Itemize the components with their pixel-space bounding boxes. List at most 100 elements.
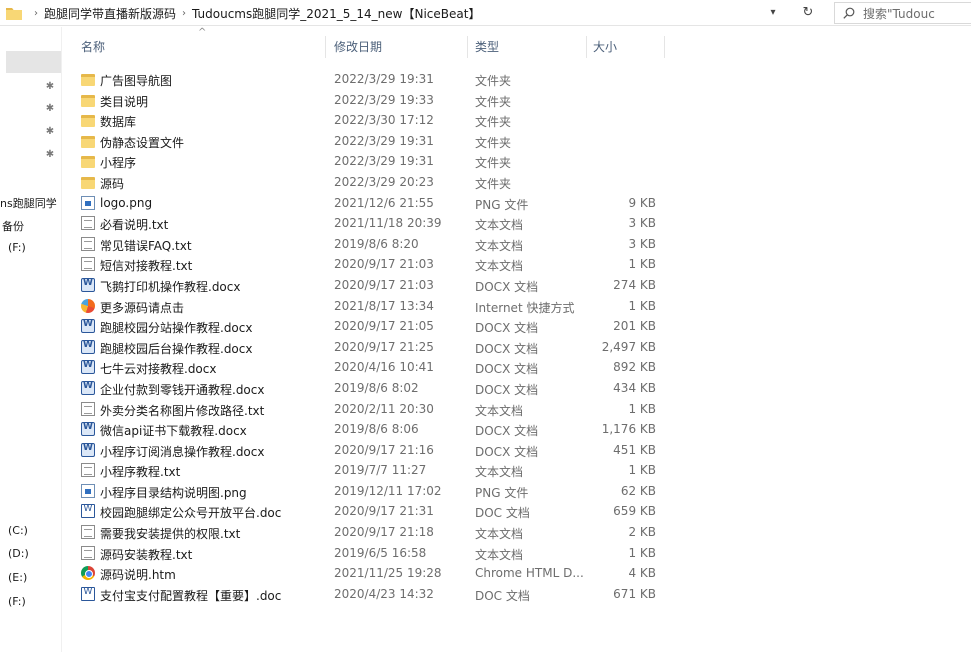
refresh-icon[interactable]: ↻ xyxy=(796,2,820,24)
file-name: 跑腿校园后台操作教程.docx xyxy=(100,341,253,356)
word-document-icon xyxy=(81,586,95,601)
file-date: 2019/7/7 11:27 xyxy=(334,463,427,478)
file-name: 七牛云对接教程.docx xyxy=(100,362,217,377)
file-name: 常见错误FAQ.txt xyxy=(100,238,192,253)
file-size: 3 KB xyxy=(628,216,656,231)
file-size: 671 KB xyxy=(613,586,656,601)
file-row[interactable]: 必看说明.txt 2021/11/18 20:39 文本文档 3 KB xyxy=(79,213,679,234)
file-size: 274 KB xyxy=(613,277,656,292)
text-file-icon xyxy=(81,236,95,251)
column-divider[interactable] xyxy=(586,36,587,58)
chrome-icon xyxy=(81,566,95,581)
file-name: 小程序订阅消息操作教程.docx xyxy=(100,444,265,459)
text-file-icon xyxy=(81,257,95,272)
file-name: 小程序目录结构说明图.png xyxy=(100,485,247,500)
file-name: 校园跑腿绑定公众号开放平台.doc xyxy=(100,506,282,521)
nav-item[interactable]: ns跑腿同学 xyxy=(0,195,57,211)
nav-item[interactable]: 备份 xyxy=(2,218,24,234)
file-row[interactable]: 源码说明.htm 2021/11/25 19:28 Chrome HTML D...… xyxy=(79,563,679,584)
file-size: 1 KB xyxy=(628,298,656,313)
file-type: Internet 快捷方式 xyxy=(475,300,575,315)
file-row[interactable]: 伪静态设置文件 2022/3/29 19:31 文件夹 xyxy=(79,131,679,152)
file-row[interactable]: 跑腿校园后台操作教程.docx 2020/9/17 21:25 DOCX 文档 2,4… xyxy=(79,337,679,358)
chevron-down-icon[interactable]: ▾ xyxy=(762,4,784,22)
text-file-icon xyxy=(81,545,95,560)
file-size: 434 KB xyxy=(613,380,656,395)
pin-icon[interactable]: ✱ xyxy=(44,103,56,115)
file-name: 源码说明.htm xyxy=(100,568,176,583)
file-list: 广告图导航图 2022/3/29 19:31 文件夹 类目说明 2022/3/29 19… xyxy=(79,69,679,604)
nav-drive-d[interactable]: (D:) xyxy=(8,547,29,560)
column-header-type[interactable]: 类型 xyxy=(475,38,499,58)
file-row[interactable]: 小程序 2022/3/29 19:31 文件夹 xyxy=(79,151,679,172)
image-file-icon xyxy=(81,483,95,498)
file-name: 外卖分类名称图片修改路径.txt xyxy=(100,403,265,418)
nav-drive-c[interactable]: (C:) xyxy=(8,524,28,537)
breadcrumb-item[interactable]: Tudoucms跑腿同学_2021_5_14_new【NiceBeat】 xyxy=(192,5,480,22)
chevron-right-icon[interactable]: › xyxy=(34,8,38,19)
file-date: 2021/8/17 13:34 xyxy=(334,298,434,313)
nav-selected-item[interactable] xyxy=(6,51,61,73)
file-row[interactable]: 更多源码请点击 2021/8/17 13:34 Internet 快捷方式 1 KB xyxy=(79,296,679,317)
file-type: 文本文档 xyxy=(475,403,524,418)
search-icon xyxy=(843,7,855,19)
file-row[interactable]: 小程序教程.txt 2019/7/7 11:27 文本文档 1 KB xyxy=(79,460,679,481)
file-row[interactable]: logo.png 2021/12/6 21:55 PNG 文件 9 KB xyxy=(79,193,679,214)
chevron-right-icon[interactable]: › xyxy=(182,8,186,19)
file-size: 62 KB xyxy=(620,483,656,498)
column-header-name[interactable]: 名称 xyxy=(81,38,105,58)
file-row[interactable]: 微信api证书下载教程.docx 2019/8/6 8:06 DOCX 文档 1,17… xyxy=(79,419,679,440)
file-row[interactable]: 类目说明 2022/3/29 19:33 文件夹 xyxy=(79,90,679,111)
column-header-date[interactable]: 修改日期 xyxy=(334,38,382,58)
file-row[interactable]: 跑腿校园分站操作教程.docx 2020/9/17 21:05 DOCX 文档 201… xyxy=(79,316,679,337)
file-row[interactable]: 支付宝支付配置教程【重要】.doc 2020/4/23 14:32 DOC 文档 67… xyxy=(79,584,679,605)
file-row[interactable]: 数据库 2022/3/30 17:12 文件夹 xyxy=(79,110,679,131)
file-row[interactable]: 校园跑腿绑定公众号开放平台.doc 2020/9/17 21:31 DOC 文档 65… xyxy=(79,501,679,522)
file-date: 2020/9/17 21:25 xyxy=(334,339,434,354)
file-name: 飞鹅打印机操作教程.docx xyxy=(100,279,241,294)
file-date: 2019/8/6 8:06 xyxy=(334,422,419,437)
file-size: 3 KB xyxy=(628,236,656,251)
file-name: 必看说明.txt xyxy=(100,218,169,233)
file-row[interactable]: 小程序订阅消息操作教程.docx 2020/9/17 21:16 DOCX 文档 45… xyxy=(79,440,679,461)
breadcrumb-item[interactable]: 跑腿同学带直播新版源码 xyxy=(44,5,176,22)
column-divider[interactable] xyxy=(664,36,665,58)
file-size: 201 KB xyxy=(613,319,656,334)
pin-icon[interactable]: ✱ xyxy=(44,126,56,138)
file-row[interactable]: 小程序目录结构说明图.png 2019/12/11 17:02 PNG 文件 62 K… xyxy=(79,481,679,502)
file-type: 文本文档 xyxy=(475,547,524,562)
file-type: 文件夹 xyxy=(475,94,512,109)
file-row[interactable]: 企业付款到零钱开通教程.docx 2019/8/6 8:02 DOCX 文档 434 … xyxy=(79,378,679,399)
file-type: PNG 文件 xyxy=(475,197,529,212)
file-row[interactable]: 源码 2022/3/29 20:23 文件夹 xyxy=(79,172,679,193)
address-breadcrumb[interactable]: › 跑腿同学带直播新版源码 › Tudoucms跑腿同学_2021_5_14_n… xyxy=(6,2,796,24)
pin-icon[interactable]: ✱ xyxy=(44,81,56,93)
column-divider[interactable] xyxy=(325,36,326,58)
text-file-icon xyxy=(81,216,95,231)
file-date: 2020/9/17 21:16 xyxy=(334,442,434,457)
file-row[interactable]: 常见错误FAQ.txt 2019/8/6 8:20 文本文档 3 KB xyxy=(79,234,679,255)
file-date: 2019/8/6 8:20 xyxy=(334,236,419,251)
file-row[interactable]: 广告图导航图 2022/3/29 19:31 文件夹 xyxy=(79,69,679,90)
file-size: 2 KB xyxy=(628,525,656,540)
column-divider[interactable] xyxy=(467,36,468,58)
file-row[interactable]: 外卖分类名称图片修改路径.txt 2020/2/11 20:30 文本文档 1 KB xyxy=(79,399,679,420)
file-date: 2021/11/25 19:28 xyxy=(334,566,442,581)
file-name: 类目说明 xyxy=(100,94,149,109)
file-name: 企业付款到零钱开通教程.docx xyxy=(100,382,265,397)
file-row[interactable]: 短信对接教程.txt 2020/9/17 21:03 文本文档 1 KB xyxy=(79,254,679,275)
nav-item[interactable]: (F:) xyxy=(8,241,26,254)
file-type: DOCX 文档 xyxy=(475,382,539,397)
search-input[interactable]: 搜索"Tudouc xyxy=(834,2,971,24)
pin-icon[interactable]: ✱ xyxy=(44,149,56,161)
file-row[interactable]: 飞鹅打印机操作教程.docx 2020/9/17 21:03 DOCX 文档 274 … xyxy=(79,275,679,296)
file-size: 9 KB xyxy=(628,195,656,210)
file-row[interactable]: 七牛云对接教程.docx 2020/4/16 10:41 DOCX 文档 892 KB xyxy=(79,357,679,378)
file-type: PNG 文件 xyxy=(475,485,529,500)
column-header-size[interactable]: 大小 xyxy=(593,38,617,58)
file-row[interactable]: 需要我安装提供的权限.txt 2020/9/17 21:18 文本文档 2 KB xyxy=(79,522,679,543)
file-row[interactable]: 源码安装教程.txt 2019/6/5 16:58 文本文档 1 KB xyxy=(79,543,679,564)
file-name: 小程序 xyxy=(100,156,137,171)
nav-drive-e[interactable]: (E:) xyxy=(8,571,27,584)
nav-drive-f[interactable]: (F:) xyxy=(8,595,26,608)
